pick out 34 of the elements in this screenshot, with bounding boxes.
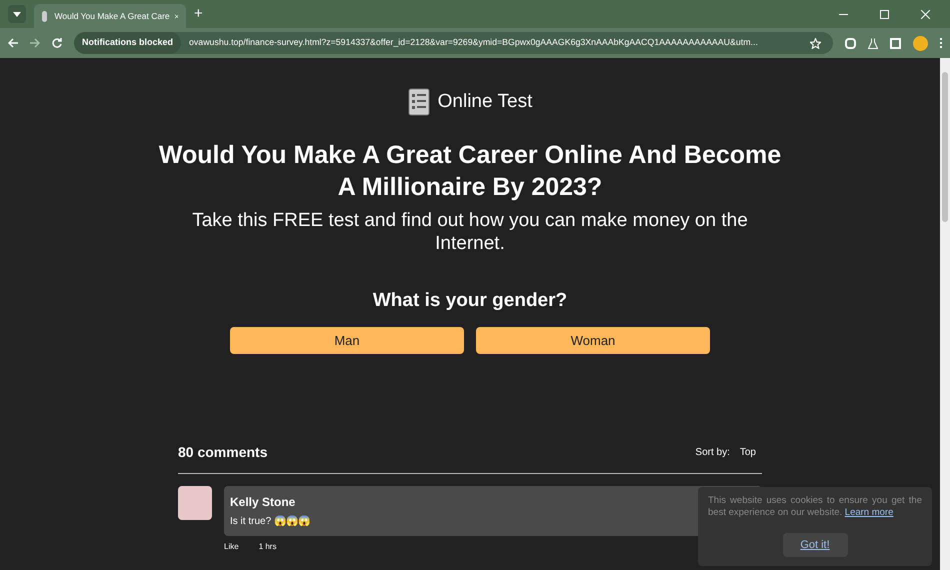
subheadline: Take this FREE test and find out how you can make money on the Internet. bbox=[191, 208, 749, 254]
comment-time: 1 hrs bbox=[258, 541, 276, 553]
comment-count: 80 comments bbox=[178, 443, 268, 462]
question: What is your gender? bbox=[372, 288, 568, 312]
reload-icon[interactable] bbox=[52, 38, 62, 48]
cookie-message: This website uses cookies to ensure you get the best experience on our website. Learn more bbox=[708, 495, 922, 519]
maximize-icon[interactable] bbox=[880, 10, 889, 19]
got-it-button[interactable]: Got it! bbox=[782, 533, 848, 557]
like-link[interactable]: Like bbox=[224, 541, 239, 553]
address-bar[interactable]: Notifications blocked ovawushu.top/finance-survey.html?z=5914337&offer_id=2128&var=9269&ymid=BGpwx0gAAAGK6g3XnAAAbKgAACQ1AAAAAAAAAAAU&utm... bbox=[74, 32, 833, 54]
close-window-icon[interactable] bbox=[921, 10, 930, 19]
forward-icon[interactable] bbox=[30, 38, 40, 48]
comment-author: Kelly Stone bbox=[230, 494, 296, 511]
close-icon[interactable] bbox=[174, 12, 178, 20]
back-icon[interactable] bbox=[8, 38, 18, 48]
brand-name: Online Test bbox=[438, 90, 532, 114]
sort-dropdown[interactable]: Top bbox=[740, 445, 756, 460]
new-tab-button[interactable]: + bbox=[194, 2, 203, 25]
avatar-placeholder bbox=[178, 486, 212, 520]
headline: Would You Make A Great Career Online And Become A Millionaire By 2023? bbox=[158, 140, 782, 202]
tab-search-icon[interactable] bbox=[8, 5, 26, 23]
notifications-blocked-chip[interactable]: Notifications blocked bbox=[74, 32, 182, 54]
answer-button[interactable]: Man bbox=[230, 327, 464, 354]
browser-tab[interactable]: Would You Make A Great Care bbox=[34, 4, 186, 28]
learn-more-link[interactable]: Learn more bbox=[844, 507, 894, 518]
sort-label: Sort by: bbox=[695, 446, 730, 460]
comment-text: Is it true? 😱😱😱 bbox=[230, 514, 310, 529]
answer-button[interactable]: Woman bbox=[476, 327, 710, 354]
flask-icon[interactable] bbox=[868, 38, 878, 48]
scrollbar[interactable] bbox=[940, 58, 950, 570]
profile-avatar[interactable] bbox=[913, 36, 928, 50]
checklist-icon bbox=[408, 88, 430, 116]
url-text: ovawushu.top/finance-survey.html?z=5914337&offer_id=2128&var=9269&ymid=BGpwx0gAAAGK6g3XnAAAbKgAACQ1AAAAAAAAAAAU&utm... bbox=[189, 36, 759, 50]
star-icon[interactable] bbox=[810, 38, 821, 48]
